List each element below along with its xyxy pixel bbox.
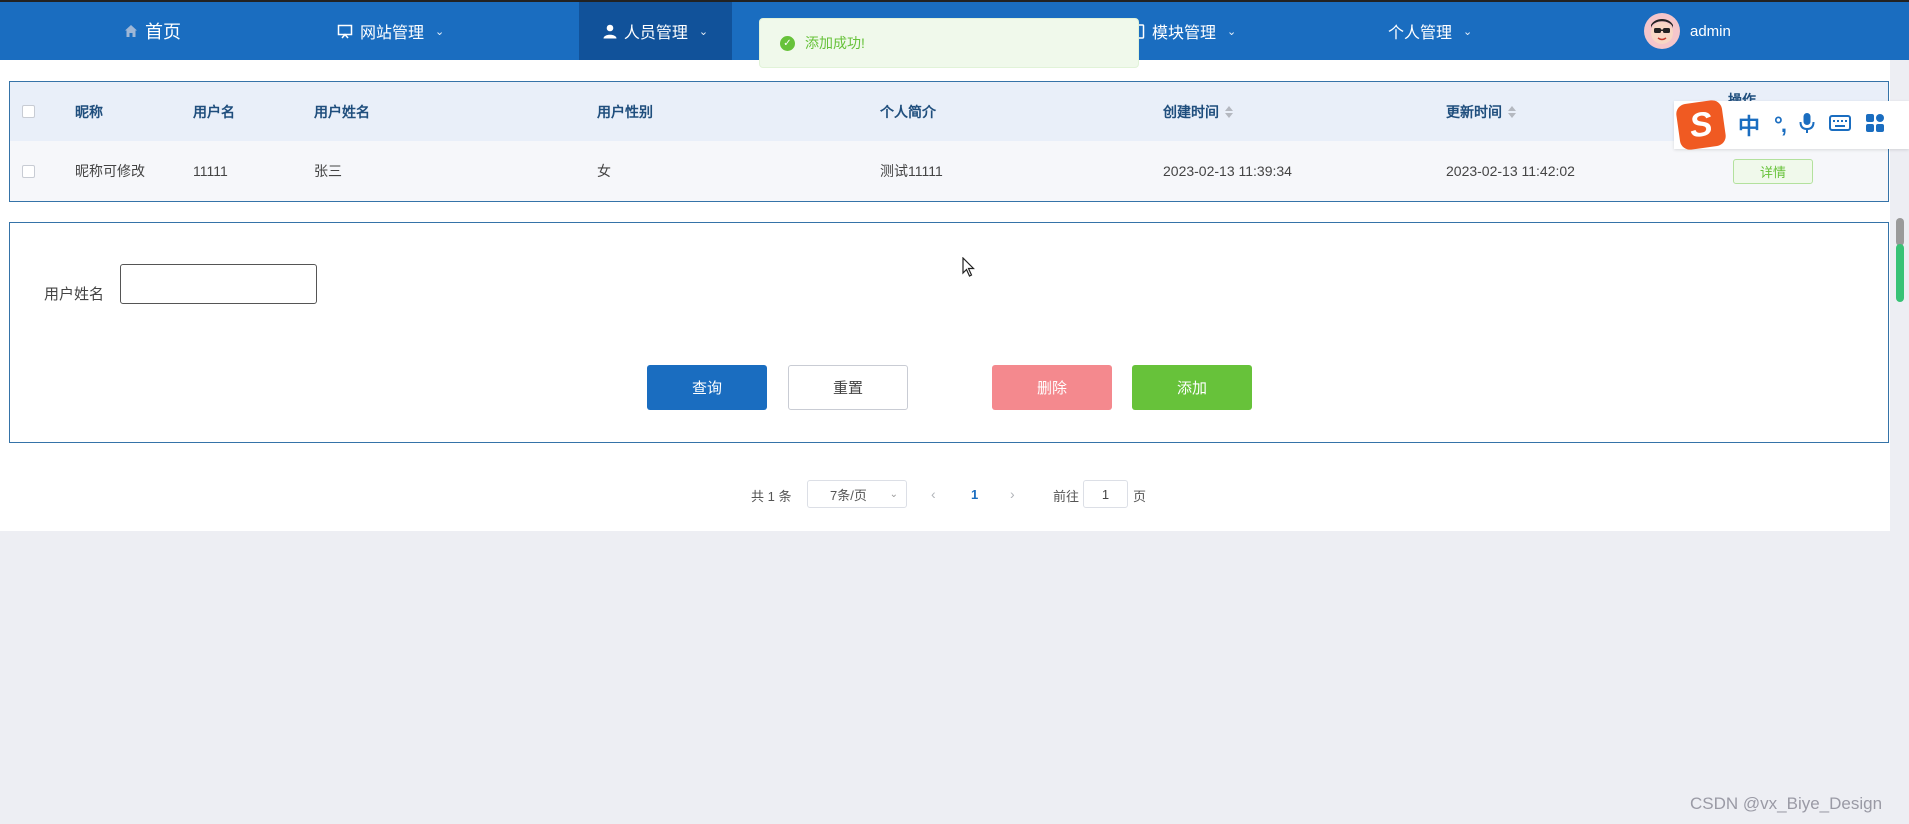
next-page-icon[interactable]: ›	[1010, 480, 1015, 508]
row-checkbox[interactable]	[22, 141, 35, 201]
success-toast: ✓ 添加成功!	[759, 18, 1139, 68]
ime-mode[interactable]: 中	[1738, 109, 1760, 141]
cell-gender: 女	[597, 163, 611, 179]
ime-punctuation[interactable]: °,	[1774, 112, 1787, 138]
nav-module-management-label: 模块管理	[1152, 25, 1217, 42]
home-icon	[124, 24, 138, 38]
chevron-down-icon: ⌄	[889, 488, 898, 500]
nav-personal-management[interactable]: 个人管理 ⌄	[1388, 2, 1472, 60]
username-label: admin	[1690, 22, 1731, 40]
realname-input[interactable]	[120, 264, 317, 304]
sogou-logo-icon[interactable]: S	[1675, 99, 1727, 151]
page-number-current[interactable]: 1	[971, 480, 978, 508]
nav-module-management[interactable]: 模块管理 ⌄	[1133, 2, 1236, 60]
nav-personal-management-label: 个人管理	[1388, 25, 1453, 42]
cell-realname: 张三	[314, 163, 342, 179]
header-updated-label: 更新时间	[1446, 103, 1502, 120]
header-nickname: 昵称	[75, 103, 103, 120]
user-menu[interactable]: admin	[1644, 2, 1731, 60]
header-created-label: 创建时间	[1163, 103, 1219, 120]
nav-site-management[interactable]: 网站管理 ⌄	[337, 2, 444, 60]
prev-page-icon[interactable]: ‹	[931, 480, 936, 508]
microphone-icon[interactable]	[1799, 112, 1815, 138]
search-form: 用户姓名 查询 重置 删除 添加	[9, 222, 1889, 443]
cell-nickname: 昵称可修改	[75, 163, 145, 179]
delete-button[interactable]: 删除	[992, 365, 1112, 410]
cell-updated: 2023-02-13 11:42:02	[1446, 163, 1575, 179]
cell-bio: 测试11111	[880, 163, 943, 179]
pagination-total: 共 1 条	[751, 488, 792, 504]
toast-message: 添加成功!	[805, 35, 865, 51]
page-size-select[interactable]: 7条/页 ⌄	[807, 480, 907, 508]
nav-people-management[interactable]: 人员管理 ⌄	[579, 2, 732, 60]
detail-button[interactable]: 详情	[1733, 158, 1813, 184]
goto-prefix: 前往	[1053, 488, 1080, 504]
avatar	[1644, 13, 1680, 49]
user-table: 昵称 用户名 用户姓名 用户性别 个人简介 创建时间 更新时间 操作 昵称可修改…	[9, 81, 1889, 202]
grid-menu-icon[interactable]	[1865, 113, 1885, 137]
header-username: 用户名	[193, 103, 235, 120]
cell-created: 2023-02-13 11:39:34	[1163, 163, 1292, 179]
chevron-down-icon: ⌄	[435, 25, 445, 38]
nav-home-label: 首页	[145, 22, 181, 42]
goto-page-input[interactable]: 1	[1083, 480, 1128, 508]
sort-icon[interactable]	[1225, 105, 1233, 118]
watermark: CSDN @vx_Biye_Design	[1690, 794, 1883, 813]
monitor-icon	[337, 24, 353, 39]
chevron-down-icon: ⌄	[1463, 25, 1473, 38]
nav-people-management-label: 人员管理	[623, 25, 688, 42]
header-gender: 用户性别	[597, 103, 653, 120]
header-created-time[interactable]: 创建时间	[1163, 82, 1233, 141]
ime-toolbar: S 中 °,	[1674, 99, 1909, 151]
scrollbar-indicator[interactable]	[1896, 244, 1904, 302]
table-row: 昵称可修改 11111 张三 女 测试11111 2023-02-13 11:3…	[10, 141, 1888, 201]
header-bio: 个人简介	[880, 103, 936, 120]
header-updated-time[interactable]: 更新时间	[1446, 82, 1516, 141]
cell-username: 11111	[193, 163, 228, 179]
user-icon	[603, 24, 617, 39]
scrollbar-thumb[interactable]	[1896, 218, 1904, 246]
mouse-cursor-icon	[962, 256, 976, 281]
add-button[interactable]: 添加	[1132, 365, 1252, 410]
nav-home[interactable]: 首页	[124, 2, 181, 60]
chevron-down-icon: ⌄	[698, 25, 709, 38]
header-realname: 用户姓名	[314, 103, 370, 120]
nav-site-management-label: 网站管理	[360, 25, 425, 42]
table-header: 昵称 用户名 用户姓名 用户性别 个人简介 创建时间 更新时间 操作	[10, 82, 1888, 141]
keyboard-icon[interactable]	[1828, 115, 1851, 135]
page-size-value: 7条/页	[830, 487, 867, 503]
goto-suffix: 页	[1133, 488, 1147, 504]
chevron-down-icon: ⌄	[1227, 25, 1237, 38]
query-button[interactable]: 查询	[647, 365, 767, 410]
realname-label: 用户姓名	[44, 286, 105, 303]
check-circle-icon: ✓	[780, 35, 795, 51]
reset-button[interactable]: 重置	[788, 365, 908, 410]
cell-actions: 详情	[1733, 141, 1813, 201]
sort-icon[interactable]	[1508, 105, 1516, 118]
select-all-checkbox[interactable]	[22, 82, 35, 141]
